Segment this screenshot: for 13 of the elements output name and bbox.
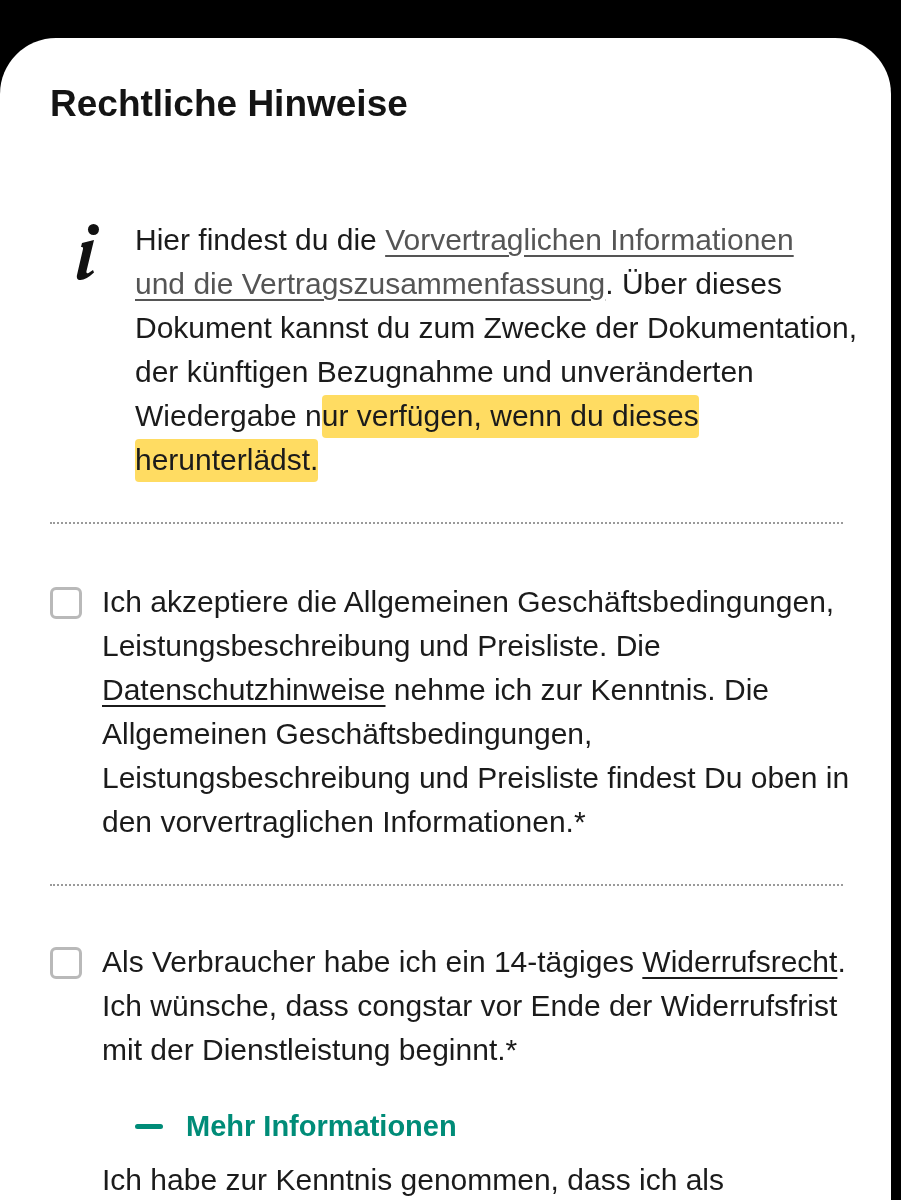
- consent-text: Ich akzeptiere die Allgemeinen Geschäftsbedingungen, Leistungsbeschreibung und Preisliste. Die Datenschutzhinweise nehme ich zur Kenntnis. Die Allgemeinen Geschäftsbedingungen, Leistungsbeschreibung und Preisliste findest Du oben in den vorvertraglichen Informationen.*: [102, 584, 851, 840]
- consent-text: Als Verbraucher habe ich ein 14-tägiges Widerrufsrecht. Ich wünsche, dass congstar vor Ende der Widerrufsfrist mit der Dienstleistung beginnt.*: [102, 944, 847, 1068]
- info-icon: [74, 224, 102, 282]
- section-title: Rechtliche Hinweise: [50, 82, 409, 126]
- checkbox[interactable]: [50, 947, 82, 979]
- text-link[interactable]: Widerrufsrecht: [642, 945, 838, 978]
- text-link[interactable]: Vorvertraglichen Informationen: [385, 223, 794, 256]
- more-info-link[interactable]: Mehr Informationen: [135, 1108, 457, 1144]
- text-link[interactable]: Datenschutzhinweise: [102, 673, 386, 706]
- text-link[interactable]: und die Vertragszusammenfassung: [135, 267, 606, 300]
- info-paragraph: Hier findest du die Vorvertraglichen Informationen und die Vertragszusammenfassung. Über dieses Dokument kannst du zum Zwecke der Dokumentation, der künftigen Bezugnahme und unveränderten Wiedergabe nur verfügen, wenn du dieses herunterlädst.: [135, 218, 880, 482]
- info-text: Ich habe zur Kenntnis genommen, dass ich als: [102, 1164, 726, 1196]
- checkbox[interactable]: [50, 587, 82, 619]
